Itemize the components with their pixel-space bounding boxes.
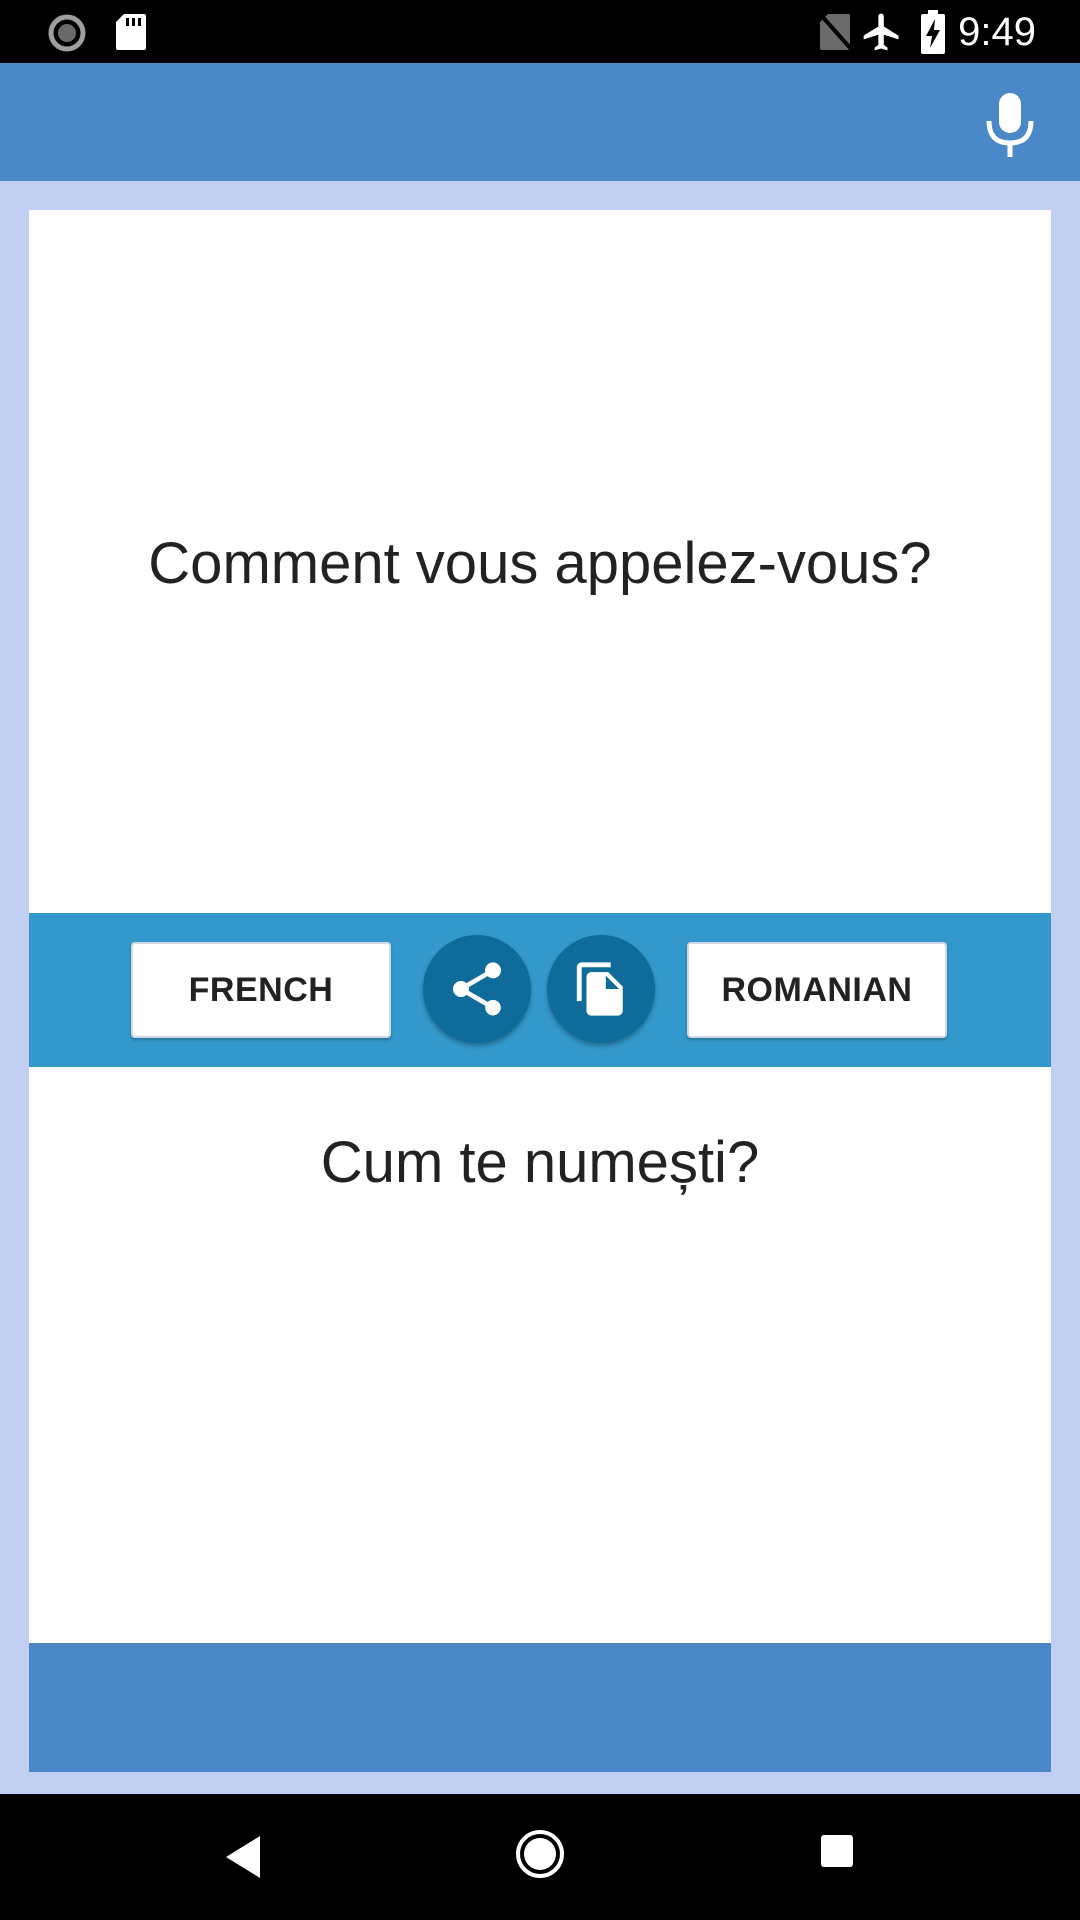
- sd-card-icon: [116, 14, 146, 50]
- battery-charging-icon: [921, 10, 945, 54]
- app-bar: [0, 63, 1080, 181]
- copy-icon: [576, 962, 623, 1016]
- no-sim-icon: [818, 12, 854, 52]
- back-icon[interactable]: [222, 1834, 262, 1880]
- source-language-button[interactable]: FRENCH: [131, 942, 391, 1038]
- navigation-bar: [0, 1794, 1080, 1920]
- translation-text: Cum te numești?: [320, 1130, 760, 1195]
- source-text: Comment vous appelez-vous?: [148, 531, 932, 596]
- share-icon: [453, 962, 501, 1016]
- source-text-panel[interactable]: Comment vous appelez-vous?: [29, 210, 1051, 913]
- microphone-icon[interactable]: [982, 91, 1038, 161]
- airplane-mode-icon: [863, 13, 899, 51]
- status-time: 9:49: [958, 10, 1036, 54]
- status-bar: 9:49: [0, 0, 1080, 63]
- bottom-banner: [29, 1643, 1051, 1772]
- copy-button[interactable]: [547, 935, 655, 1043]
- recents-icon[interactable]: [820, 1834, 854, 1868]
- loading-spinner-icon: [48, 14, 86, 52]
- home-icon[interactable]: [514, 1828, 566, 1880]
- share-button[interactable]: [423, 935, 531, 1043]
- translation-text-panel[interactable]: Cum te numești?: [29, 1067, 1051, 1643]
- target-language-button[interactable]: ROMANIAN: [687, 942, 947, 1038]
- language-control-bar: FRENCH ROMANIAN: [29, 913, 1051, 1067]
